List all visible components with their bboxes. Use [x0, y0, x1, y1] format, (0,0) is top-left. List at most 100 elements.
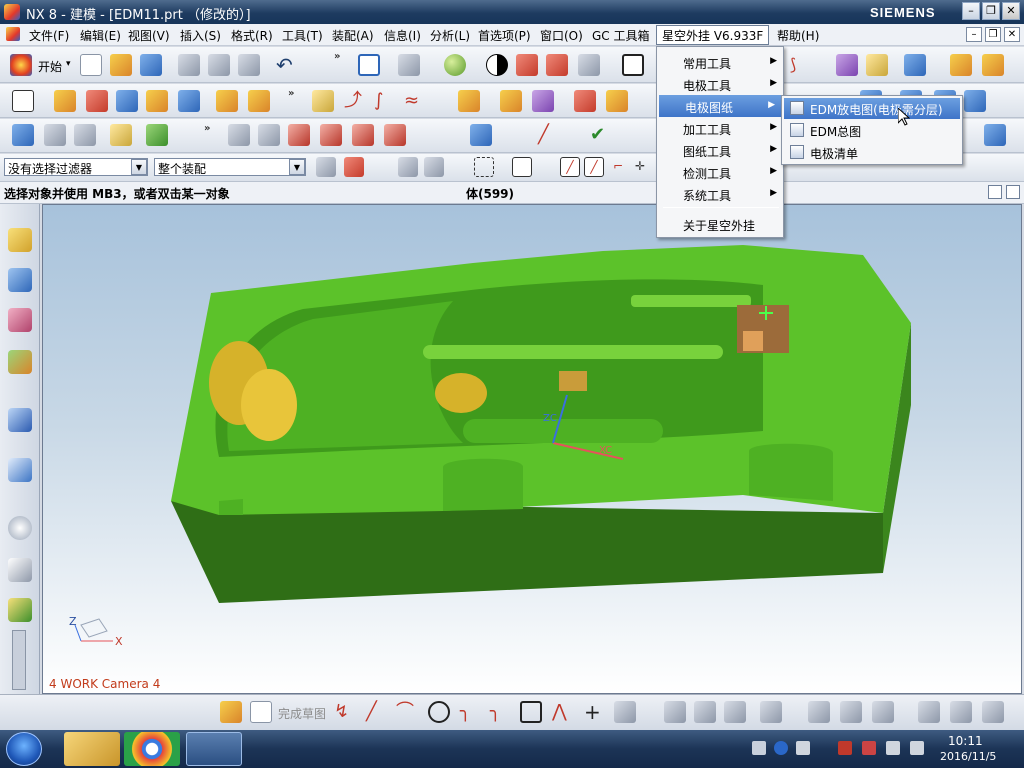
menu-item-machining-tools[interactable]: 加工工具 ▶ — [657, 117, 783, 139]
shaded-sphere-icon[interactable] — [444, 54, 466, 76]
submenu-item-edm-discharge-drawing[interactable]: EDM放电图(电极需分层) — [784, 98, 960, 119]
menu-item-system-tools[interactable]: 系统工具 ▶ — [657, 183, 783, 205]
g2-icon[interactable] — [352, 124, 374, 146]
web-browser-icon[interactable] — [8, 458, 32, 482]
background-color-icon[interactable] — [622, 54, 644, 76]
chevron-down-icon[interactable]: ▼ — [131, 159, 147, 175]
menu-item-about[interactable]: 关于星空外挂 — [657, 213, 783, 235]
dimension-tool-icon[interactable] — [840, 701, 862, 723]
status-restore-icon[interactable] — [988, 185, 1002, 199]
sketch-view-icon[interactable] — [918, 701, 940, 723]
volume-tray-icon[interactable] — [910, 741, 924, 755]
finish-sketch-label[interactable]: 完成草图 — [278, 705, 326, 722]
make-corner-icon[interactable] — [724, 701, 746, 723]
clock-time[interactable]: 10:11 — [948, 734, 983, 748]
close-button[interactable]: ✕ — [1002, 2, 1020, 20]
submenu-item-electrode-list[interactable]: 电极清单 — [784, 142, 960, 163]
assembly-scope-combo[interactable]: 整个装配 — [154, 158, 306, 176]
menu-analysis[interactable]: 分析(L) — [430, 27, 470, 44]
chamfer-tool-icon[interactable]: ╮ — [490, 701, 512, 723]
chevron-down-icon[interactable]: ▼ — [289, 159, 305, 175]
menu-assembly[interactable]: 装配(A) — [332, 27, 374, 44]
offset-curve-icon[interactable] — [614, 701, 636, 723]
database-icon[interactable] — [470, 124, 492, 146]
annotation-icon[interactable] — [110, 124, 132, 146]
clock-date[interactable]: 2016/11/5 — [940, 750, 996, 763]
chrome-taskbar-icon[interactable] — [124, 732, 180, 766]
part-model[interactable] — [43, 205, 1022, 694]
profile-icon[interactable]: ↯ — [334, 701, 356, 723]
rectangle-select-icon[interactable] — [474, 157, 494, 177]
security-tray-icon[interactable] — [838, 741, 852, 755]
revolve-icon[interactable] — [86, 90, 108, 112]
mdi-restore-button[interactable]: ❐ — [985, 27, 1001, 42]
edge-blend-icon[interactable] — [312, 90, 334, 112]
mdi-minimize-button[interactable]: – — [966, 27, 982, 42]
curvature-icon[interactable] — [258, 124, 280, 146]
circle-tool-icon[interactable] — [428, 701, 450, 723]
menu-item-drawing-tools[interactable]: 图纸工具 ▶ — [657, 139, 783, 161]
pencil-icon[interactable] — [982, 54, 1004, 76]
menu-item-inspection-tools[interactable]: 检测工具 ▶ — [657, 161, 783, 183]
nx-app-icon[interactable] — [4, 4, 20, 20]
draft-icon[interactable] — [532, 90, 554, 112]
surface-analysis-icon[interactable] — [228, 124, 250, 146]
row2-chevron-1[interactable]: » — [288, 88, 294, 99]
rectangle-tool-icon[interactable] — [520, 701, 542, 723]
fillet-tool-icon[interactable]: ╮ — [460, 701, 482, 723]
sketch-name-icon[interactable] — [220, 701, 242, 723]
menu-view[interactable]: 视图(V) — [128, 27, 170, 44]
menu-tools[interactable]: 工具(T) — [282, 27, 323, 44]
assembly-icon[interactable] — [146, 124, 168, 146]
sketch-icon[interactable] — [12, 90, 34, 112]
contrast-icon[interactable] — [486, 54, 508, 76]
menu-edit[interactable]: 编辑(E) — [80, 27, 121, 44]
red-cube-icon[interactable] — [516, 54, 538, 76]
layer-stack-icon[interactable] — [44, 124, 66, 146]
render-style-icon[interactable] — [398, 54, 420, 76]
wcs-icon[interactable]: ⟆ — [790, 54, 812, 76]
keyboard-tray-icon[interactable] — [752, 741, 766, 755]
menu-window[interactable]: 窗口(O) — [540, 27, 583, 44]
g1-icon[interactable] — [320, 124, 342, 146]
csys-icon[interactable] — [12, 124, 34, 146]
start-icon[interactable] — [10, 54, 32, 76]
flag-tray-icon[interactable] — [862, 741, 876, 755]
submenu-item-edm-master-drawing[interactable]: EDM总图 — [784, 120, 960, 141]
start-dropdown-caret[interactable]: ▾ — [66, 59, 71, 69]
fit-view-icon[interactable] — [358, 54, 380, 76]
measure-distance-icon[interactable] — [950, 54, 972, 76]
arc-tool-icon[interactable]: ⌒ — [396, 701, 418, 723]
menu-help[interactable]: 帮助(H) — [777, 27, 819, 44]
new-file-icon[interactable] — [80, 54, 102, 76]
menu-gc-toolbox[interactable]: GC 工具箱 — [592, 27, 650, 44]
snap-midpoint-icon[interactable]: ╱ — [584, 157, 604, 177]
constraint-navigator-icon[interactable] — [8, 268, 32, 292]
orient-icon[interactable] — [836, 54, 858, 76]
menu-insert[interactable]: 插入(S) — [180, 27, 221, 44]
arrow-route-icon[interactable] — [904, 54, 926, 76]
menu-info[interactable]: 信息(I) — [384, 27, 421, 44]
menu-item-common-tools[interactable]: 常用工具 ▶ — [657, 51, 783, 73]
select-solid-icon[interactable] — [398, 157, 418, 177]
snap-endpoint-icon[interactable]: ╱ — [560, 157, 580, 177]
show-constraints-icon[interactable] — [872, 701, 894, 723]
layer-grid-icon[interactable] — [74, 124, 96, 146]
curve-icon[interactable]: ⤴ — [344, 90, 366, 112]
menu-file[interactable]: 文件(F) — [29, 27, 69, 44]
trim-body-icon[interactable] — [458, 90, 480, 112]
move-component-icon[interactable] — [984, 124, 1006, 146]
wire-cube-icon[interactable] — [546, 54, 568, 76]
orient-to-sketch-icon[interactable] — [950, 701, 972, 723]
extrude-icon[interactable] — [54, 90, 76, 112]
boolean-icon[interactable] — [248, 90, 270, 112]
undo-icon[interactable]: ↶ — [276, 54, 298, 76]
cut-icon[interactable] — [178, 54, 200, 76]
geometric-constraint-icon[interactable] — [808, 701, 830, 723]
snap-control-icon[interactable]: ⌐ — [608, 157, 628, 177]
minimize-button[interactable]: – — [962, 2, 980, 20]
help-tray-icon[interactable] — [774, 741, 788, 755]
mdi-close-button[interactable]: ✕ — [1004, 27, 1020, 42]
menu-format[interactable]: 格式(R) — [231, 27, 273, 44]
document-icon[interactable] — [6, 27, 20, 41]
